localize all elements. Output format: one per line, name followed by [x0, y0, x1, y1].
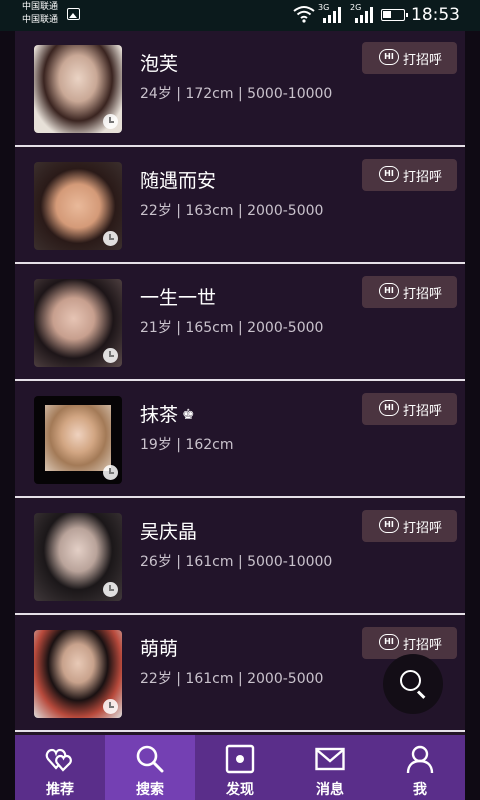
person-card[interactable]: 随遇而安 22岁 | 163cm | 2000-5000 HI 打招呼: [15, 148, 465, 264]
search-icon: [400, 670, 421, 691]
person-icon: [406, 745, 434, 774]
avatar[interactable]: [34, 162, 122, 250]
signal-icon-2: [355, 7, 373, 23]
clock-icon: [103, 231, 118, 246]
tab-search[interactable]: 搜索: [105, 735, 195, 800]
clock-icon: [103, 465, 118, 480]
person-card[interactable]: 一生一世 21岁 | 165cm | 2000-5000 HI 打招呼: [15, 265, 465, 381]
tab-label: 消息: [316, 782, 344, 798]
person-card[interactable]: 吴庆晶 26岁 | 161cm | 5000-10000 HI 打招呼: [15, 499, 465, 615]
search-icon: [136, 745, 164, 773]
tab-label: 发现: [226, 782, 254, 798]
people-list[interactable]: 泡芙 24岁 | 172cm | 5000-10000 HI 打招呼 随遇而安 …: [15, 31, 465, 735]
tab-messages[interactable]: 消息: [285, 735, 375, 800]
person-info: 26岁 | 161cm | 5000-10000: [140, 554, 333, 570]
mail-icon: [315, 747, 345, 771]
person-name: 随遇而安: [140, 170, 217, 192]
person-name: 抹茶 ♚: [140, 404, 195, 426]
hi-bubble-icon: HI: [379, 634, 399, 650]
clock-icon: [103, 114, 118, 129]
person-name: 一生一世: [140, 287, 217, 309]
status-bar: 中国联通 中国联通 3G 2G 18:53: [0, 0, 480, 31]
person-card[interactable]: 抹茶 ♚ 19岁 | 162cm HI 打招呼: [15, 382, 465, 498]
clock-icon: [103, 582, 118, 597]
tab-me[interactable]: 我: [375, 735, 465, 800]
wifi-icon: [293, 6, 315, 23]
hi-bubble-icon: HI: [379, 166, 399, 182]
greet-button[interactable]: HI 打招呼: [362, 510, 457, 542]
person-info: 22岁 | 161cm | 2000-5000: [140, 671, 324, 687]
person-name: 萌萌: [140, 638, 179, 660]
avatar[interactable]: [34, 396, 122, 484]
avatar[interactable]: [34, 45, 122, 133]
tab-recommend[interactable]: 推荐: [15, 735, 105, 800]
hearts-icon: [45, 748, 72, 772]
greet-button-label: 打招呼: [403, 170, 443, 185]
greet-button-label: 打招呼: [403, 53, 443, 68]
greet-button[interactable]: HI 打招呼: [362, 42, 457, 74]
carrier-labels: 中国联通 中国联通: [22, 1, 58, 27]
gallery-notification-icon: [67, 8, 80, 20]
hi-bubble-icon: HI: [379, 400, 399, 416]
hi-bubble-icon: HI: [379, 283, 399, 299]
clock-icon: [103, 348, 118, 363]
tab-label: 搜索: [136, 782, 164, 798]
tab-label: 推荐: [46, 782, 74, 798]
avatar[interactable]: [34, 279, 122, 367]
carrier-2: 中国联通: [22, 15, 59, 25]
person-info: 21岁 | 165cm | 2000-5000: [140, 320, 324, 336]
person-info: 19岁 | 162cm: [140, 437, 234, 453]
person-card[interactable]: 泡芙 24岁 | 172cm | 5000-10000 HI 打招呼: [15, 31, 465, 147]
avatar[interactable]: [34, 630, 122, 718]
bottom-tab-bar: 推荐 搜索 发现 消息 我: [15, 735, 465, 800]
greet-button-label: 打招呼: [403, 287, 443, 302]
person-name: 泡芙: [140, 53, 179, 75]
floating-search-button[interactable]: [383, 654, 443, 714]
battery-icon: [381, 9, 408, 21]
person-info: 24岁 | 172cm | 5000-10000: [140, 86, 333, 102]
person-info: 22岁 | 163cm | 2000-5000: [140, 203, 324, 219]
status-time: 18:53: [411, 5, 460, 25]
person-name: 吴庆晶: [140, 521, 198, 543]
greet-button[interactable]: HI 打招呼: [362, 393, 457, 425]
discover-icon: [225, 744, 255, 774]
hi-bubble-icon: HI: [379, 49, 399, 65]
clock-icon: [103, 699, 118, 714]
greet-button[interactable]: HI 打招呼: [362, 276, 457, 308]
greet-button-label: 打招呼: [403, 521, 443, 536]
signal-icon-1: [323, 7, 341, 23]
avatar[interactable]: [34, 513, 122, 601]
tab-label: 我: [413, 782, 427, 798]
greet-button[interactable]: HI 打招呼: [362, 159, 457, 191]
hi-bubble-icon: HI: [379, 517, 399, 533]
greet-button-label: 打招呼: [403, 638, 443, 653]
crown-icon: ♚: [182, 407, 195, 423]
tab-discover[interactable]: 发现: [195, 735, 285, 800]
greet-button-label: 打招呼: [403, 404, 443, 419]
carrier-1: 中国联通: [22, 2, 59, 12]
